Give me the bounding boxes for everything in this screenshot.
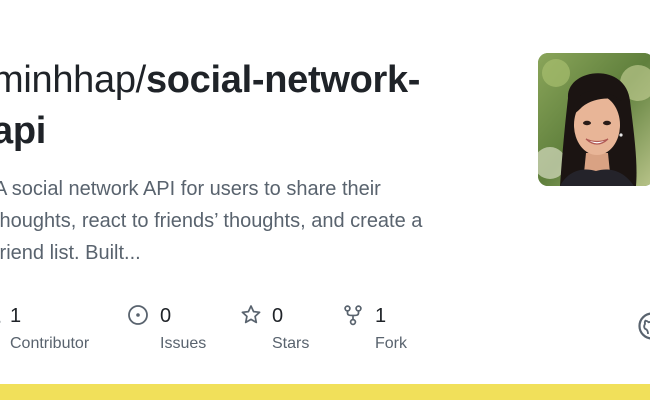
github-mark-icon[interactable] (638, 312, 650, 340)
description-line-1: A social network API for users to share … (0, 178, 381, 200)
repo-name-line1[interactable]: social-network- (146, 59, 421, 101)
repo-stats: 1 Contributor 0 Issues 0 Stars 1 Fork (0, 300, 650, 360)
avatar-photo (538, 53, 650, 186)
repo-description: A social network API for users to share … (0, 173, 474, 269)
contributors-count: 1 (10, 305, 22, 327)
owner-avatar[interactable] (538, 53, 650, 186)
description-line-3: friend list. Built... (0, 242, 141, 264)
repo-owner[interactable]: minhhap (0, 59, 136, 101)
stars-label: Stars (272, 335, 310, 352)
repo-name-line2[interactable]: api (0, 110, 46, 152)
forks-count: 1 (375, 305, 387, 327)
fork-icon (342, 304, 364, 326)
stars-count: 0 (272, 305, 284, 327)
repo-title[interactable]: minhhap/social-network-api (0, 55, 492, 157)
star-icon (240, 304, 262, 326)
issues-label: Issues (160, 335, 207, 352)
forks-label: Fork (375, 335, 407, 352)
repo-social-card: minhhap/social-network-api A social netw… (0, 0, 650, 400)
repo-separator: / (135, 59, 147, 101)
people-icon (0, 304, 8, 326)
language-color-bar (0, 384, 650, 400)
issue-icon (127, 304, 149, 326)
issues-count: 0 (160, 305, 172, 327)
description-line-2: thoughts, react to friends’ thoughts, an… (0, 210, 423, 232)
contributors-label: Contributor (10, 335, 90, 352)
